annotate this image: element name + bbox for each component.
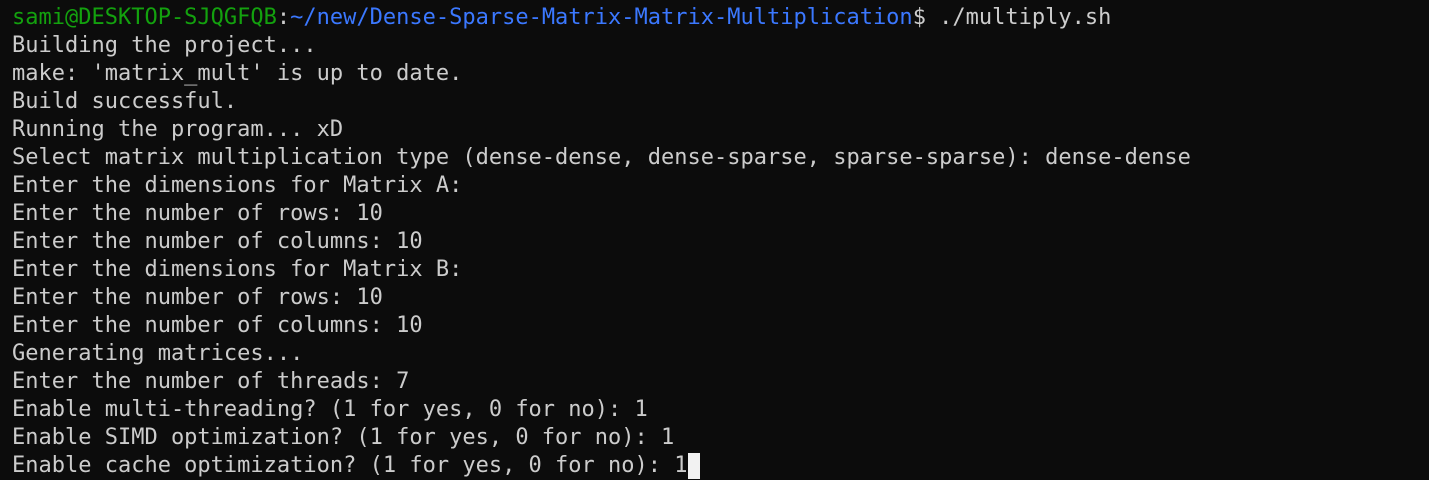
prompt-symbol: $ — [912, 5, 926, 30]
output-line: Enter the dimensions for Matrix A: — [12, 173, 463, 198]
output-line: make: 'matrix_mult' is up to date. — [12, 61, 463, 86]
prompt-command: ./multiply.sh — [925, 5, 1112, 30]
output-line: Enter the number of columns: 10 — [12, 313, 423, 338]
output-line: Enter the number of threads: 7 — [12, 369, 410, 394]
prompt-path: ~/new/Dense-Sparse-Matrix-Matrix-Multipl… — [290, 5, 913, 30]
output-line: Enable SIMD optimization? (1 for yes, 0 … — [12, 425, 675, 450]
output-line: Build successful. — [12, 89, 238, 114]
output-line: Select matrix multiplication type (dense… — [12, 145, 1191, 170]
output-line: Enter the number of columns: 10 — [12, 229, 423, 254]
output-line: Building the project... — [12, 33, 317, 58]
prompt-line: sami@DESKTOP-SJQGFQB:~/new/Dense-Sparse-… — [12, 4, 1429, 32]
output-line: Generating matrices... — [12, 341, 304, 366]
output-line: Enter the number of rows: 10 — [12, 201, 383, 226]
prompt-user-host: sami@DESKTOP-SJQGFQB — [12, 5, 277, 30]
terminal-window[interactable]: sami@DESKTOP-SJQGFQB:~/new/Dense-Sparse-… — [0, 0, 1429, 480]
current-input-line[interactable]: Enable cache optimization? (1 for yes, 0… — [12, 452, 1429, 480]
text-cursor — [687, 453, 700, 479]
output-line: Enable multi-threading? (1 for yes, 0 fo… — [12, 397, 648, 422]
prompt-separator: : — [276, 5, 291, 30]
output-line: Enter the number of rows: 10 — [12, 285, 383, 310]
output-line: Running the program... xD — [12, 117, 344, 142]
output-line: Enter the dimensions for Matrix B: — [12, 257, 463, 282]
output-line: Enable cache optimization? (1 for yes, 0… — [12, 453, 688, 478]
